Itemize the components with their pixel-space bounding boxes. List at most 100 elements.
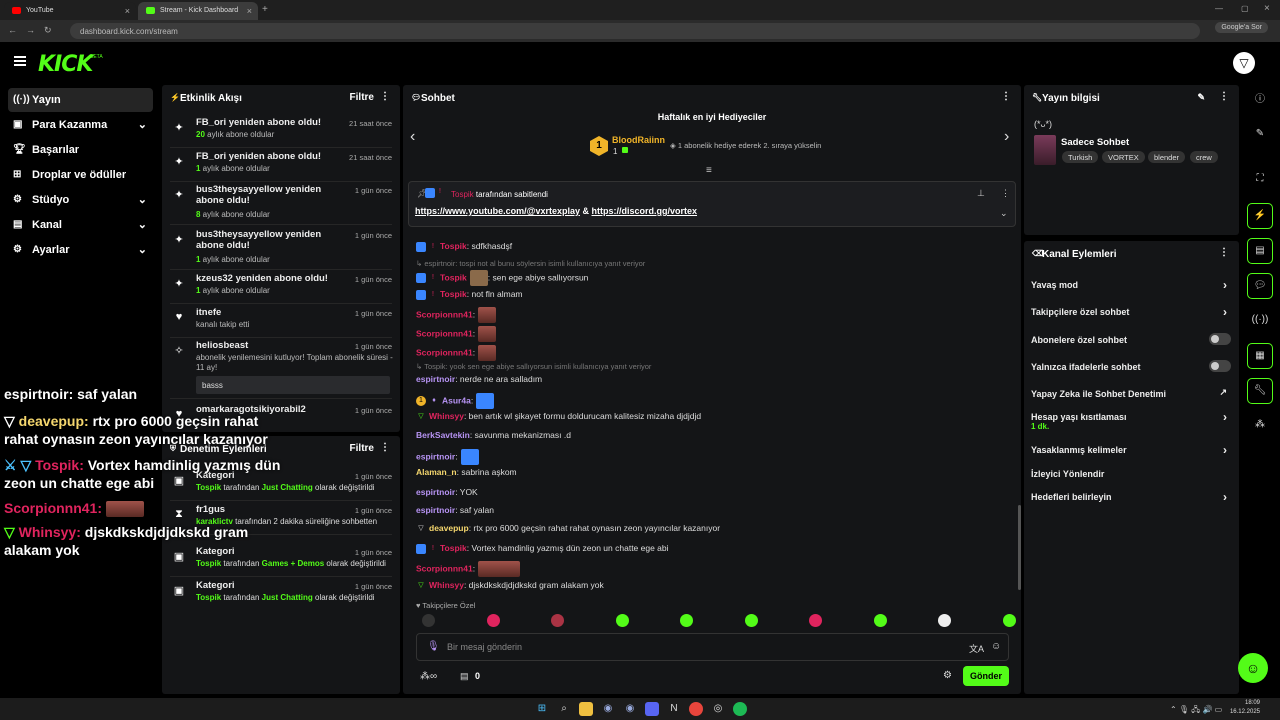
moderation-toggle-icon[interactable]: ▤ (1247, 238, 1273, 264)
chat-scrollbar[interactable] (1018, 505, 1021, 590)
chat-username[interactable]: Scorpionnn41 (416, 563, 473, 573)
chat-username[interactable]: Alaman_n (416, 467, 457, 477)
activity-item-title[interactable]: FB_ori yeniden abone oldu! (196, 117, 346, 128)
activity-item-title[interactable]: itnefe (196, 307, 346, 318)
sidebar-item-ayarlar[interactable]: ⚙ Ayarlar ⌄ (8, 238, 153, 262)
stream-tag[interactable]: Turkish (1062, 151, 1099, 163)
chat-username[interactable]: espirtnoir (416, 487, 455, 497)
chevron-left-icon[interactable]: ‹ (410, 128, 415, 146)
chat-username[interactable]: Tospik (440, 543, 467, 553)
emote-icon[interactable] (744, 614, 758, 627)
menu-icon[interactable] (14, 56, 26, 66)
more-icon[interactable]: ⋮ (1001, 188, 1010, 199)
sidebar-item-basarilar[interactable]: 🏆︎ Başarılar (8, 138, 153, 162)
sidebar-item-kanal[interactable]: ▤ Kanal ⌄ (8, 213, 153, 237)
notion-icon[interactable]: N (667, 702, 681, 716)
toggle-switch[interactable] (1209, 360, 1231, 372)
channel-action-item[interactable]: İzleyici Yönlendir (1031, 469, 1231, 479)
channel-action-item[interactable]: Yalnızca ifadelerle sohbet (1031, 360, 1231, 372)
filter-button[interactable]: Filtre (350, 92, 374, 103)
channel-action-item[interactable]: Hedefleri belirleyin › (1031, 490, 1231, 504)
broadcast-icon[interactable]: ((·)) (1247, 308, 1273, 334)
close-window-icon[interactable]: × (1264, 3, 1270, 14)
chat-username[interactable]: Tospik (440, 272, 467, 282)
discord-icon[interactable] (645, 702, 659, 716)
chat-username[interactable]: Scorpionnn41 (416, 328, 473, 338)
edit-icon[interactable]: ✎ (1247, 122, 1273, 148)
activity-item-title[interactable]: FB_ori yeniden abone oldu! (196, 151, 346, 162)
chevron-right-icon[interactable]: › (1004, 128, 1009, 146)
chrome-icon[interactable] (689, 702, 703, 716)
more-icon[interactable]: ⋮ (1219, 91, 1229, 102)
chat-username[interactable]: Whinsyy (429, 411, 464, 421)
moderation-actor[interactable]: Tospik (196, 593, 221, 602)
emote-icon[interactable] (873, 614, 887, 627)
sidebar-item-para-kazanma[interactable]: ▣ Para Kazanma ⌄ (8, 113, 153, 137)
chat-input[interactable]: 🎙︎ Bir mesaj gönderin 文A ☺ (416, 633, 1009, 661)
fullscreen-icon[interactable]: ⛶ (1247, 167, 1273, 193)
reload-icon[interactable]: ↻ (44, 25, 52, 36)
google-search-button[interactable]: Google'a Sor (1215, 22, 1268, 33)
search-icon[interactable]: ⌕ (557, 702, 571, 716)
activity-toggle-icon[interactable]: ⚡ (1247, 203, 1273, 229)
emote-icon[interactable] (551, 614, 564, 627)
edit-icon[interactable]: ✎ (1197, 92, 1205, 103)
activity-item-title[interactable]: kzeus32 yeniden abone oldu! (196, 273, 346, 284)
sidebar-item-studyo[interactable]: ⚙ Stüdyo ⌄ (8, 188, 153, 212)
steam-icon[interactable]: ◉ (601, 702, 615, 716)
more-icon[interactable]: ⋮ (1219, 247, 1229, 258)
unpin-icon[interactable]: ⊥ (977, 188, 985, 199)
windows-start-icon[interactable]: ⊞ (535, 702, 549, 716)
more-icon[interactable]: ⋮ (380, 91, 390, 102)
channel-action-item[interactable]: Hesap yaşı kısıtlaması 1 dk. › (1031, 410, 1231, 431)
sidebar-item-droplar[interactable]: ⊞ Droplar ve ödüller (8, 163, 153, 187)
apps-icon[interactable]: ⁂ (1247, 413, 1273, 439)
moderation-actor[interactable]: Tospik (196, 559, 221, 568)
back-icon[interactable]: ← (8, 25, 17, 35)
emote-icon[interactable] (422, 614, 435, 627)
sidebar-item-yayin[interactable]: ((·)) Yayın (8, 88, 153, 112)
new-tab-icon[interactable]: + (262, 4, 268, 15)
chat-username[interactable]: espirtnoir (416, 374, 455, 384)
emote-icon[interactable] (680, 614, 693, 627)
emote-icon[interactable] (809, 614, 822, 627)
mic-icon[interactable]: 🎙︎ (427, 641, 440, 652)
channel-action-item[interactable]: Yasaklanmış kelimeler › (1031, 443, 1231, 457)
browser-tab-kick[interactable]: Stream - Kick Dashboard × (138, 2, 258, 20)
emote-icon[interactable] (486, 614, 500, 627)
filter-button[interactable]: Filtre (350, 443, 374, 454)
settings-icon[interactable]: ⚙ (943, 670, 952, 681)
chat-username[interactable]: BerkSavtekin (416, 430, 470, 440)
chat-username[interactable]: espirtnoir (416, 451, 455, 461)
chat-username[interactable]: espirtnoir (416, 505, 455, 515)
translate-icon[interactable]: 文A (969, 642, 984, 655)
stream-tag[interactable]: VORTEX (1102, 151, 1145, 163)
channel-action-item[interactable]: Takipçilere özel sohbet › (1031, 305, 1231, 319)
maximize-icon[interactable]: ▢ (1241, 4, 1249, 13)
chat-username[interactable]: Scorpionnn41 (416, 309, 473, 319)
points-icon[interactable]: ⁂∞ (420, 671, 437, 682)
stream-tag[interactable]: crew (1190, 151, 1218, 163)
avatar[interactable]: ▽ (1233, 52, 1255, 74)
stream-info-toggle-icon[interactable]: ▦ (1247, 343, 1273, 369)
pinned-link-youtube[interactable]: https://www.youtube.com/@vxrtexplay (415, 206, 580, 216)
pinned-by-user[interactable]: Tospik (451, 190, 474, 199)
pinned-link-discord[interactable]: https://discord.gg/vortex (592, 206, 698, 216)
emote-icon[interactable] (938, 614, 951, 627)
stream-tag[interactable]: blender (1148, 151, 1186, 163)
tray-icons[interactable]: ⌃ 🎙︎ 🖧 🔊 ▭ (1170, 704, 1222, 718)
chat-username[interactable]: Whinsyy (429, 580, 464, 590)
more-icon[interactable]: ⋮ (380, 442, 390, 453)
more-icon[interactable]: ⋮ (1001, 91, 1011, 102)
chat-username[interactable]: Tospik (440, 289, 467, 299)
activity-item-title[interactable]: bus3theysayyellow yeniden abone oldu! (196, 229, 346, 251)
toggle-switch[interactable] (1209, 333, 1231, 345)
obs-icon[interactable]: ◎ (711, 702, 725, 716)
chevron-down-icon[interactable]: ⌄ (1000, 208, 1008, 219)
chat-username[interactable]: Scorpionnn41 (416, 347, 473, 357)
gifter-name[interactable]: BloodRaiinn (612, 135, 665, 145)
store-icon[interactable]: ▤ (460, 671, 469, 682)
channel-action-item[interactable]: Abonelere özel sohbet (1031, 333, 1231, 345)
help-chat-icon[interactable]: ☺ (1238, 653, 1268, 683)
emote-icon[interactable] (615, 614, 629, 627)
